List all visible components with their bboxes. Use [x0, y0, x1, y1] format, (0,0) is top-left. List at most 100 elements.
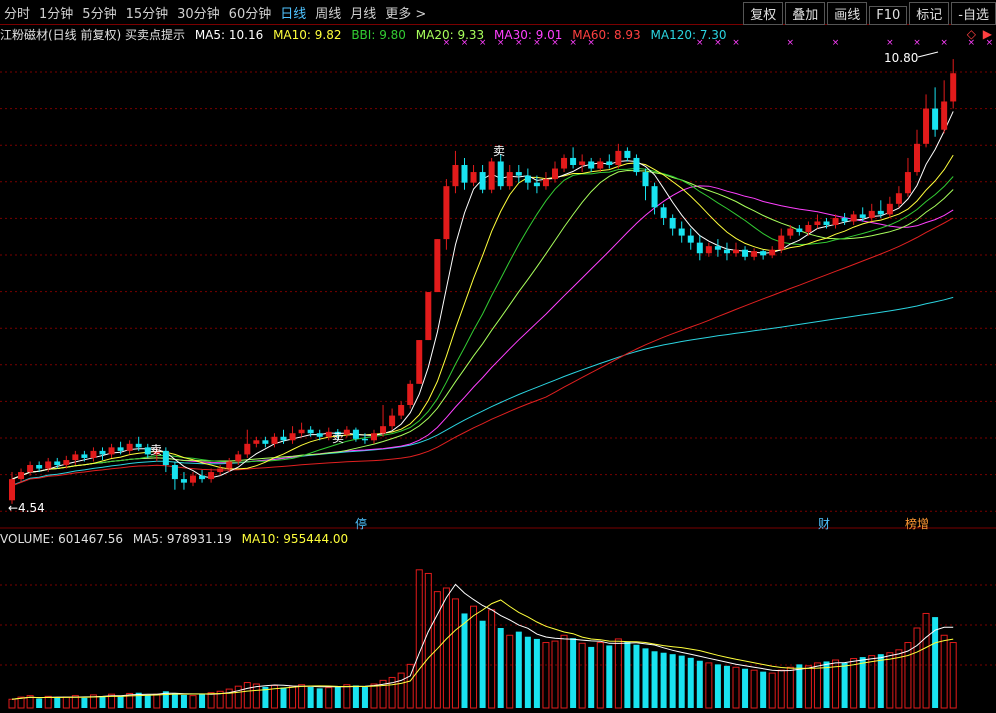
candle-body [171, 465, 178, 480]
candle-body [280, 436, 287, 441]
candle-body [99, 450, 106, 455]
candle-body [63, 460, 70, 465]
candle-body [81, 454, 88, 458]
volume-bar [886, 652, 894, 709]
volume-bar [859, 657, 866, 708]
volume-bar [424, 572, 432, 709]
low-price-label: ←4.54 [8, 501, 45, 515]
candle-body [805, 225, 812, 233]
volume-bar [8, 698, 16, 709]
signal-marker: × [533, 38, 541, 48]
candle-body [244, 443, 251, 455]
candle-body [733, 249, 739, 254]
volume-bar [470, 605, 478, 709]
candle-body [660, 207, 667, 218]
volume-bar [723, 665, 730, 708]
candle-body [542, 179, 549, 187]
candle-body [253, 440, 260, 444]
kline-chart[interactable]: ××××××××××××××××××××××××× 10.80←4.54卖卖卖停… [0, 0, 996, 713]
volume-bar [678, 655, 685, 708]
candle-body [669, 217, 676, 229]
bbi-line [11, 167, 954, 480]
volume-bar [415, 569, 423, 709]
candle-body [380, 426, 387, 434]
signal-marker: × [569, 38, 577, 48]
ma20-line [11, 169, 954, 480]
candle-body [570, 157, 577, 165]
candle-body [479, 172, 486, 190]
candle-body [90, 450, 97, 458]
candle-body [579, 161, 586, 165]
volume-bar [515, 631, 522, 708]
volume-bar [750, 669, 758, 709]
volume-bar [234, 685, 242, 709]
volume-bar [117, 695, 124, 708]
candle-body [54, 461, 61, 465]
candle-body [823, 221, 830, 225]
candle-body [696, 242, 703, 254]
candle-body [470, 172, 477, 183]
candle-body [778, 235, 785, 250]
candle-body [515, 172, 522, 176]
candle-body [316, 433, 323, 437]
volume-bar [868, 655, 876, 709]
signal-marker: × [497, 38, 505, 48]
candle-body [407, 383, 414, 405]
candle-body [841, 217, 848, 222]
event-label: 财 [818, 517, 830, 531]
volume-bar [588, 646, 595, 708]
candle-body [923, 108, 930, 144]
volume-bar [841, 662, 848, 708]
candle-body [769, 249, 776, 256]
volume-bar [451, 598, 459, 709]
candle-body [814, 221, 821, 225]
candle-body [343, 429, 350, 435]
volume-bar [352, 685, 359, 708]
volume-bar [913, 627, 921, 709]
candle-body [271, 436, 278, 444]
candle-body [162, 450, 169, 465]
candle-body [561, 157, 568, 169]
volume-bar [325, 687, 333, 709]
volume-bar [578, 642, 586, 709]
volume-bar [433, 591, 441, 709]
candle-body [723, 249, 730, 254]
candle-body [506, 172, 513, 187]
candle-body [950, 73, 957, 102]
volume-bar [442, 587, 450, 709]
volume-bar [796, 664, 803, 708]
candle-body [298, 429, 305, 434]
volume-bar [742, 668, 749, 708]
candle-body [262, 440, 269, 444]
volume-bar [904, 642, 912, 709]
candle-body [742, 249, 749, 257]
candle-body [352, 429, 359, 439]
candle-body [371, 433, 377, 441]
volume-bar [189, 695, 197, 709]
volume-bar [497, 628, 504, 708]
candle-body [425, 292, 432, 341]
volume-bar [144, 694, 151, 708]
volume-bar [334, 686, 341, 708]
candle-body [135, 443, 142, 448]
candle-body [606, 161, 613, 165]
volume-bar [243, 682, 251, 709]
candle-body [633, 157, 640, 173]
candle-body [524, 175, 531, 183]
ma120-line [11, 296, 954, 486]
candle-body [398, 405, 405, 416]
candle-body [235, 454, 242, 462]
ma30-line [11, 185, 954, 480]
volume-bar [180, 694, 187, 708]
candle-body [307, 429, 314, 434]
ma10-line [11, 154, 954, 480]
candle-body [914, 143, 920, 173]
volume-bar [669, 654, 676, 708]
high-price-label: 10.80 [884, 51, 918, 65]
candle-body [642, 172, 649, 187]
candle-body [687, 235, 694, 243]
signal-marker: × [732, 38, 740, 48]
signal-marker: × [940, 38, 948, 48]
volume-bar [370, 683, 378, 709]
candle-body [497, 161, 504, 187]
